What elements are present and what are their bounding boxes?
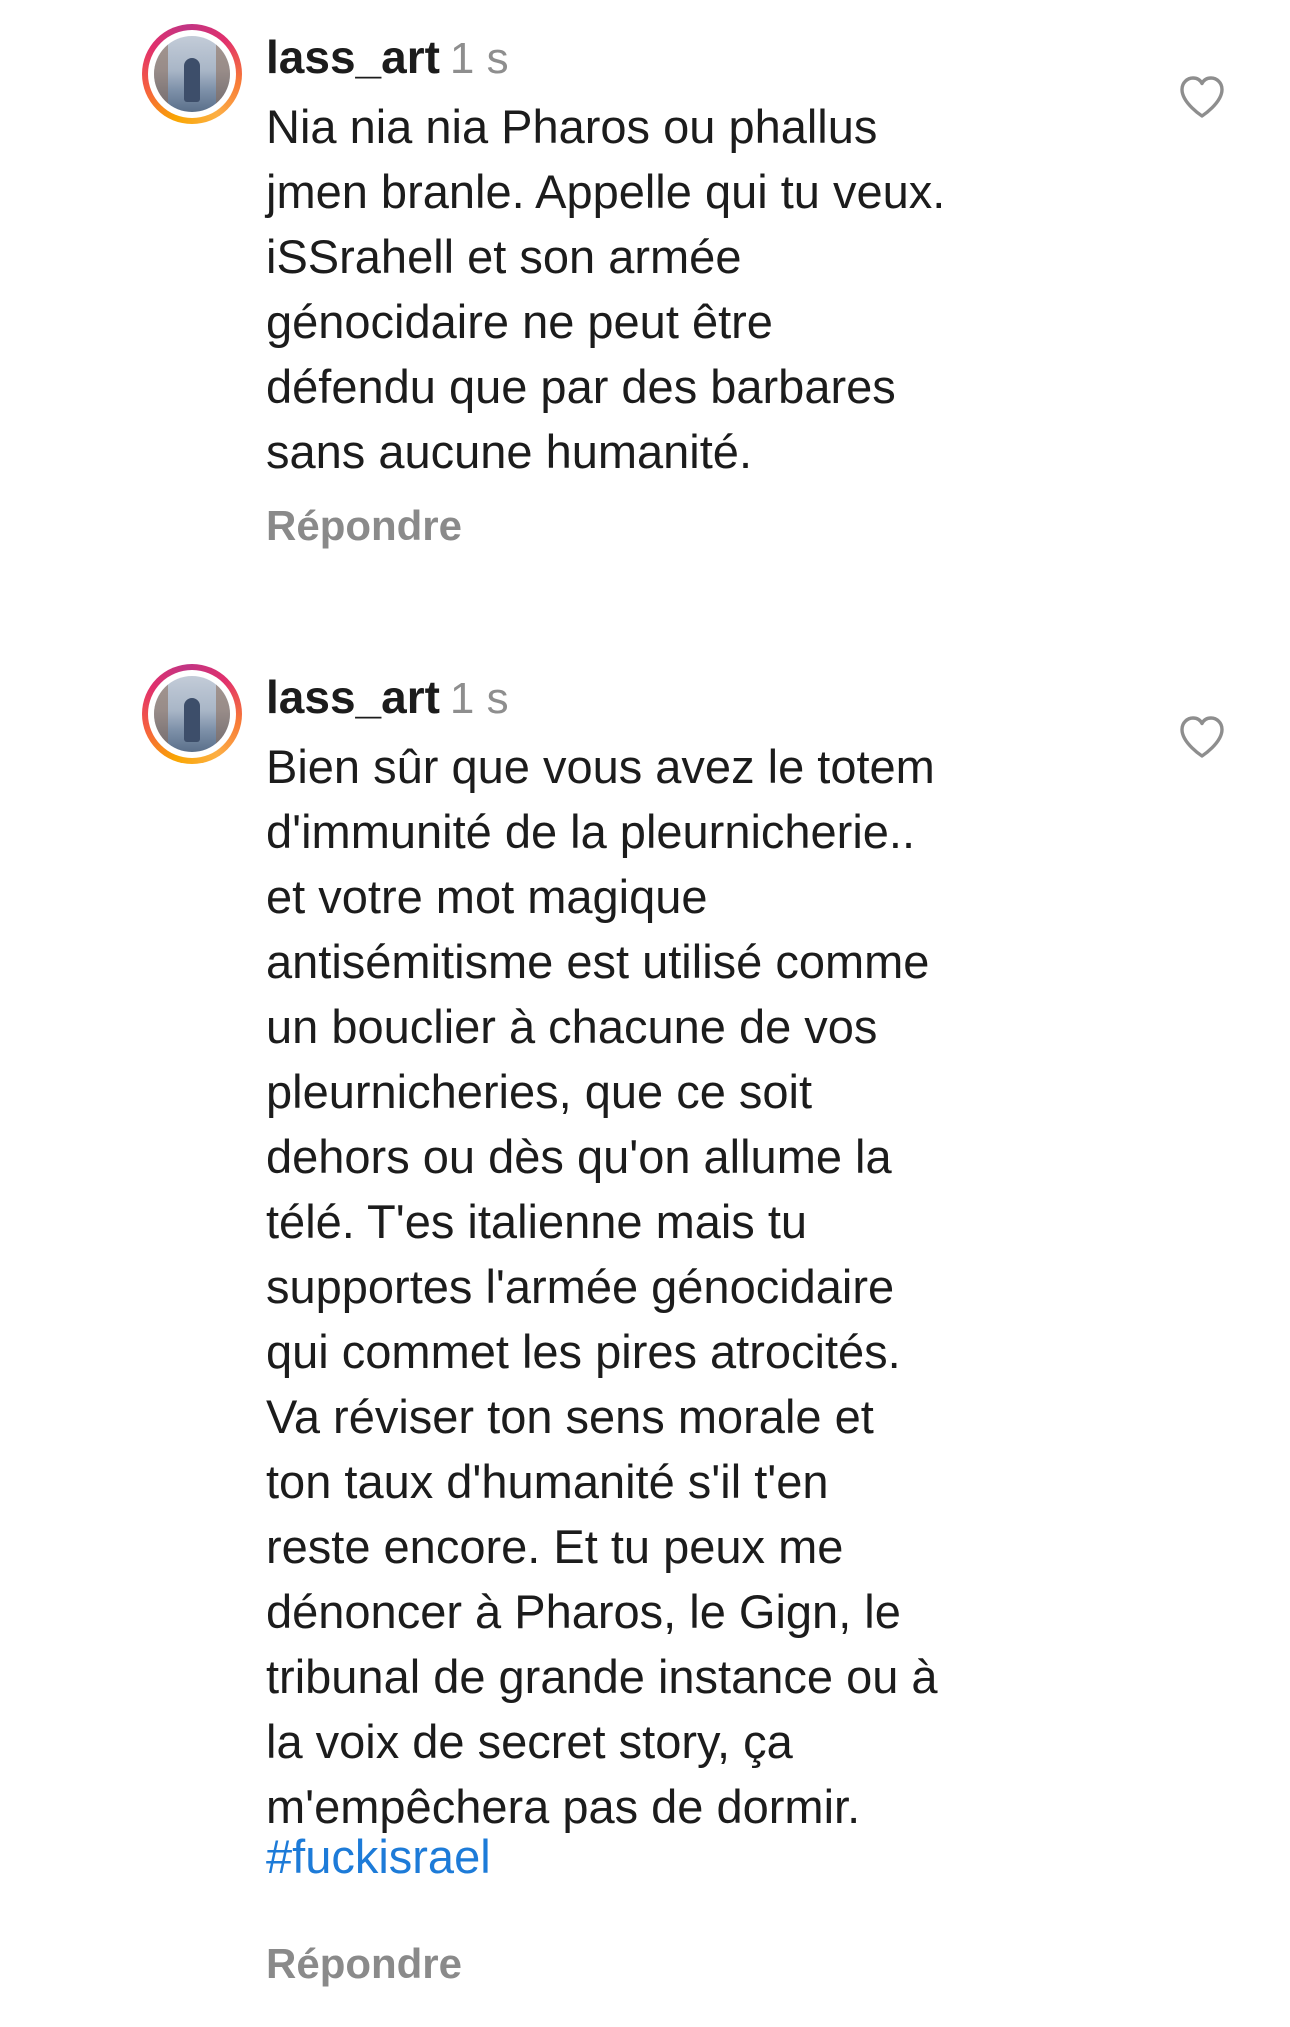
avatar-figure: [184, 58, 200, 102]
avatar-ring-gap: [148, 30, 236, 118]
hashtag-link[interactable]: #fuckisrael: [266, 1824, 491, 1889]
comment-time: 1 s: [449, 34, 509, 83]
reply-button[interactable]: Répondre: [266, 1940, 462, 1988]
avatar-story-ring[interactable]: [142, 664, 242, 764]
username[interactable]: lass_art: [266, 671, 440, 723]
avatar-background: [154, 36, 168, 112]
avatar-background: [154, 676, 168, 752]
avatar-ring-gap: [148, 670, 236, 758]
avatar-story-ring[interactable]: [142, 24, 242, 124]
avatar-background: [216, 36, 230, 112]
comment-text: Nia nia nia Pharos ou phallus jmen branl…: [266, 100, 946, 478]
comment-header: lass_art 1 s: [266, 668, 509, 726]
comment-time: 1 s: [449, 674, 509, 723]
username[interactable]: lass_art: [266, 31, 440, 83]
avatar: [154, 36, 230, 112]
avatar: [154, 676, 230, 752]
avatar-background: [216, 676, 230, 752]
heart-outline-icon[interactable]: [1178, 74, 1226, 120]
heart-outline-icon[interactable]: [1178, 714, 1226, 760]
reply-button[interactable]: Répondre: [266, 502, 462, 550]
comment-text: Bien sûr que vous avez le totem d'immuni…: [266, 740, 938, 1833]
avatar-figure: [184, 698, 200, 742]
comment-header: lass_art 1 s: [266, 28, 509, 86]
